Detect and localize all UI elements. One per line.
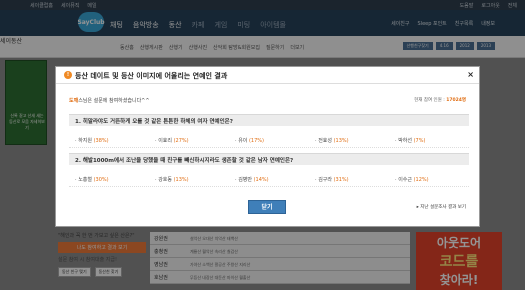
user-nickname: 도깨 — [69, 98, 79, 104]
list-item: · 노홍철 (30%) — [75, 177, 109, 183]
modal-title: 등산 데이트 및 등산 이미지에 어울리는 연예인 결과 — [75, 72, 228, 80]
option-percent: (38%) — [93, 138, 109, 144]
list-item: · 유이 (17%) — [235, 138, 264, 144]
participant-count-label: 현재 참여 인원 : — [414, 98, 445, 103]
divider — [69, 186, 469, 187]
list-item: · 전효성 (13%) — [315, 138, 349, 144]
option-name: 김구라 — [318, 177, 332, 183]
option-percent: (17%) — [248, 138, 264, 144]
info-icon: ! — [64, 71, 72, 79]
list-item: · 하지원 (38%) — [75, 138, 109, 144]
option-percent: (14%) — [253, 177, 269, 183]
participant-count-value: 17024명 — [446, 98, 466, 103]
option-name: 이효리 — [158, 138, 172, 144]
list-item: · 김병만 (14%) — [235, 177, 269, 183]
question-1: 1. 히말라야도 거뜬하게 오를 것 같은 튼튼한 하체의 여자 연예인은? — [69, 114, 469, 126]
divider — [69, 147, 469, 148]
participant-count: 현재 참여 인원 : 17024명 — [414, 97, 466, 103]
close-button[interactable]: 닫기 — [248, 200, 286, 214]
option-name: 김병만 — [238, 177, 252, 183]
list-item: · 김구라 (31%) — [315, 177, 349, 183]
list-item: · 이효리 (27%) — [155, 138, 189, 144]
option-name: 노홍철 — [78, 177, 92, 183]
option-name: 전효성 — [318, 138, 332, 144]
previous-poll-link[interactable]: ▸ 지난 설문조사 결과 보기 — [417, 204, 466, 210]
list-item: · 강호동 (13%) — [155, 177, 189, 183]
poll-result-modal: ! 등산 데이트 및 등산 이미지에 어울리는 연예인 결과 × 도깨스님은 설… — [55, 66, 480, 227]
participation-text: 스님은 설문에 참여하셨습니다^^ — [78, 98, 150, 104]
option-percent: (13%) — [173, 177, 189, 183]
option-name: 유이 — [238, 138, 248, 144]
option-name: 박하선 — [398, 138, 412, 144]
option-percent: (30%) — [93, 177, 109, 183]
option-percent: (7%) — [413, 138, 426, 144]
option-percent: (31%) — [333, 177, 349, 183]
question-1-options: · 하지원 (38%) · 이효리 (27%) · 유이 (17%) · 전효성… — [69, 137, 469, 144]
option-percent: (12%) — [413, 177, 429, 183]
list-item: · 박하선 (7%) — [395, 138, 426, 144]
participation-message: 도깨스님은 설문에 참여하셨습니다^^ — [69, 97, 150, 104]
close-icon[interactable]: × — [467, 70, 474, 79]
option-name: 강호동 — [158, 177, 172, 183]
option-percent: (27%) — [173, 138, 189, 144]
question-1-text: 1. 히말라야도 거뜬하게 오를 것 같은 튼튼한 하체의 여자 연예인은? — [75, 119, 233, 125]
modal-header: ! 등산 데이트 및 등산 이미지에 어울리는 연예인 결과 × — [56, 67, 479, 84]
previous-poll-link-text: 지난 설문조사 결과 보기 — [420, 205, 466, 210]
option-name: 하지원 — [78, 138, 92, 144]
list-item: · 이수근 (12%) — [395, 177, 429, 183]
question-2: 2. 해발1000m에서 조난을 당했을 때 친구를 빼신하시지라도 생존할 것… — [69, 153, 469, 165]
option-name: 이수근 — [398, 177, 412, 183]
option-percent: (13%) — [333, 138, 349, 144]
question-2-text: 2. 해발1000m에서 조난을 당했을 때 친구를 빼신하시지라도 생존할 것… — [75, 158, 294, 164]
question-2-options: · 노홍철 (30%) · 강호동 (13%) · 김병만 (14%) · 김구… — [69, 176, 469, 183]
